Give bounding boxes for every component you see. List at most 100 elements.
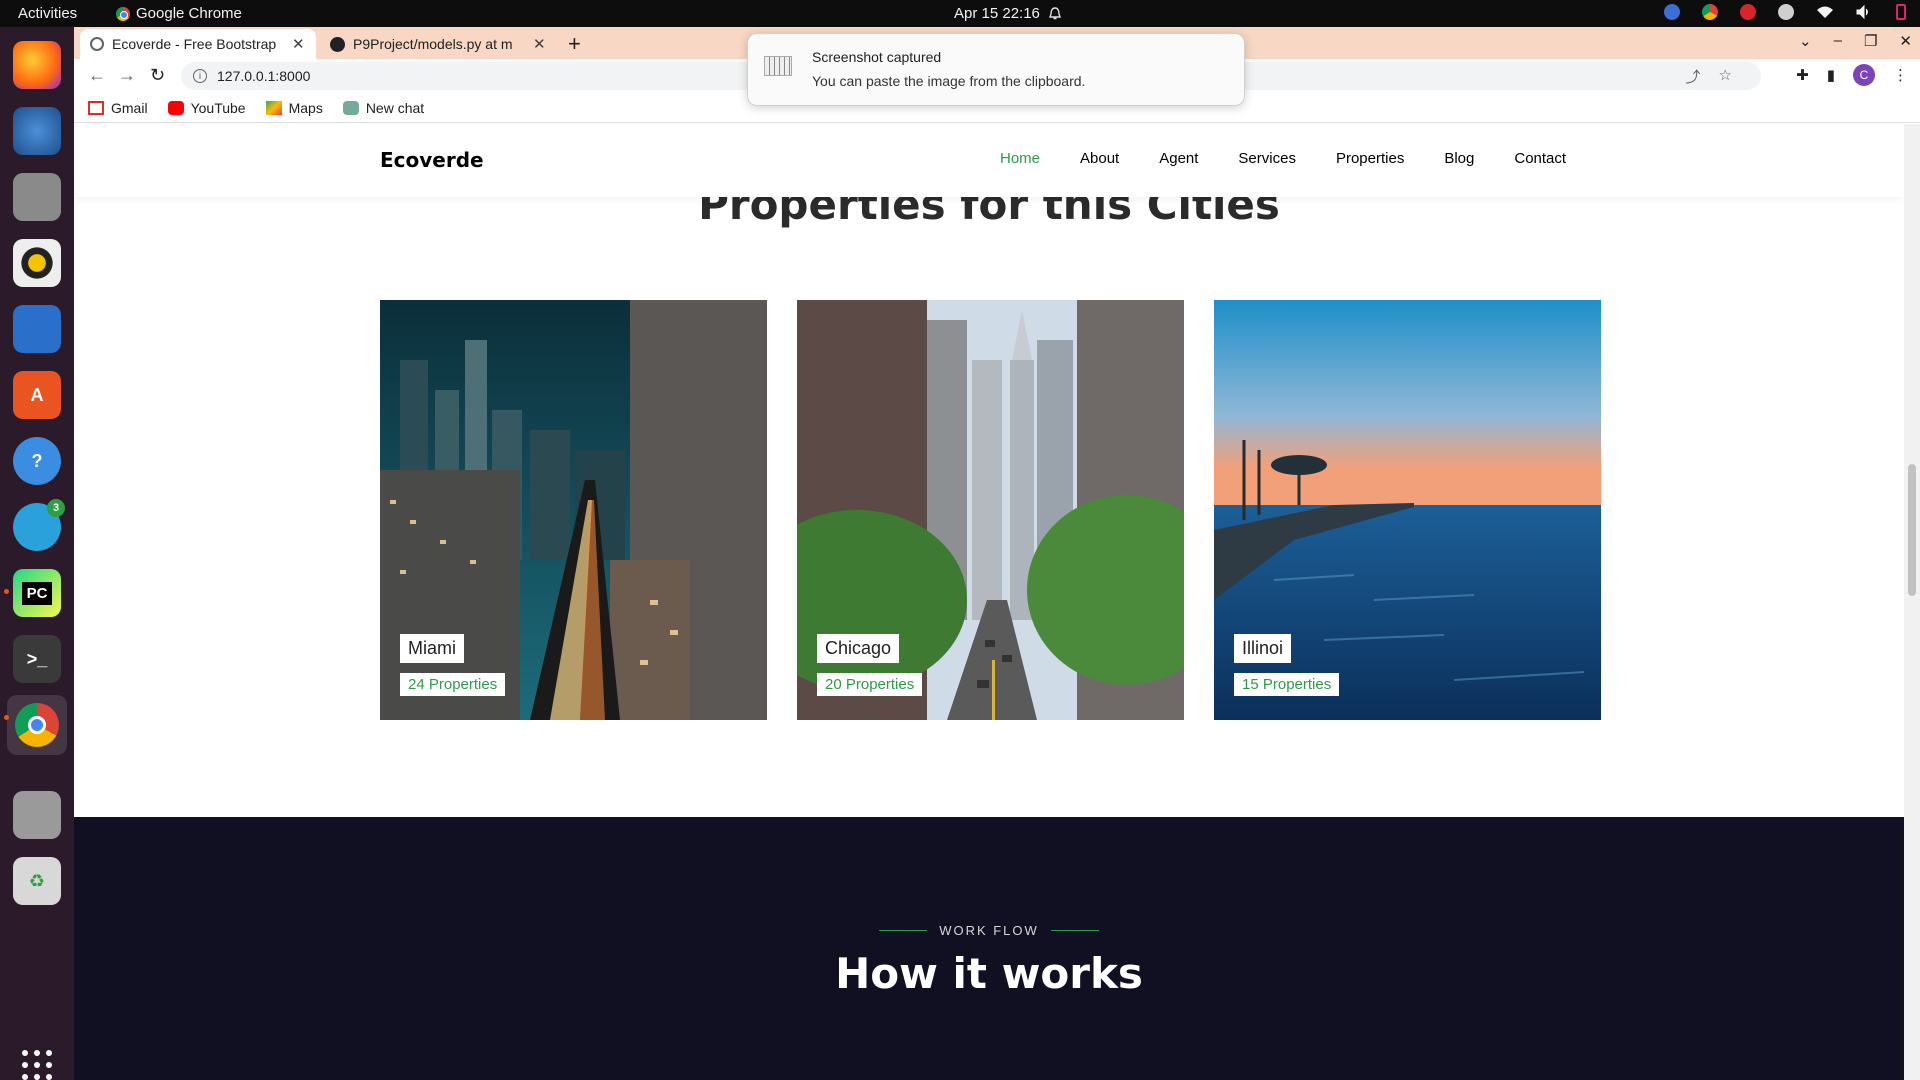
globe-icon (90, 37, 104, 51)
files-icon[interactable] (13, 173, 61, 221)
profile-avatar[interactable]: C (1853, 64, 1875, 86)
bookmark-label: Gmail (111, 99, 148, 116)
thunderbird-icon[interactable] (13, 107, 61, 155)
reload-icon[interactable]: ↻ (150, 65, 165, 86)
telegram-badge: 3 (47, 499, 65, 517)
app-name-label: Google Chrome (136, 5, 242, 22)
city-name: Miami (400, 634, 464, 663)
chatgpt-icon (342, 100, 359, 115)
rhythmbox-icon[interactable] (13, 239, 61, 287)
bookmark-label: New chat (365, 99, 425, 116)
divider-line (1050, 930, 1099, 931)
running-indicator (4, 715, 9, 720)
scrollbar-thumb[interactable] (1908, 464, 1916, 596)
restore-icon[interactable]: ❐ (1864, 32, 1877, 50)
tray-app-icon[interactable] (1664, 4, 1680, 20)
forward-icon[interactable]: → (118, 65, 136, 86)
system-tray (1664, 4, 1908, 20)
block-tray-icon[interactable] (1740, 4, 1756, 20)
how-it-works-section: WORK FLOW How it works (74, 817, 1904, 1080)
share-icon[interactable]: ⤴ (1686, 66, 1701, 87)
activities-button[interactable]: Activities (18, 5, 77, 22)
show-apps-icon[interactable] (22, 1050, 52, 1080)
new-tab-button[interactable]: + (568, 31, 581, 57)
bookmark-label: YouTube (190, 99, 246, 116)
close-tab-icon[interactable]: ✕ (292, 35, 305, 53)
software-icon[interactable]: A (13, 371, 61, 419)
page-viewport[interactable]: Ecoverde Home About Agent Services Prope… (74, 124, 1904, 1080)
bookmark-gmail[interactable]: Gmail (88, 100, 148, 116)
tab-title: Ecoverde - Free Bootstrap (112, 36, 277, 52)
bookmark-new-chat[interactable]: New chat (342, 99, 425, 116)
nav-blog[interactable]: Blog (1444, 150, 1474, 167)
volume-icon[interactable] (1856, 5, 1872, 19)
bookmark-star-icon[interactable]: ☆ (1719, 66, 1732, 87)
telegram-icon[interactable]: 3 (13, 499, 65, 551)
app-menu[interactable]: Google Chrome (116, 5, 242, 22)
screenshot-notification[interactable]: Screenshot captured You can paste the im… (747, 33, 1245, 106)
nav-about[interactable]: About (1080, 150, 1119, 167)
how-it-works-title: How it works (835, 949, 1143, 998)
maps-icon (265, 100, 282, 115)
running-indicator (4, 589, 9, 594)
bookmark-youtube[interactable]: YouTube (167, 99, 246, 116)
system-top-bar: Activities Google Chrome Apr 15 22:16 (0, 0, 1920, 27)
property-count: 15 Properties (1234, 673, 1340, 696)
wifi-icon[interactable] (1816, 5, 1834, 19)
close-tab-icon[interactable]: ✕ (533, 35, 546, 53)
notification-title: Screenshot captured (812, 49, 942, 65)
help-icon[interactable]: ? (13, 437, 61, 485)
power-icon[interactable] (1894, 4, 1908, 20)
clock[interactable]: Apr 15 22:16 (954, 5, 1062, 22)
city-card-chicago[interactable]: Chicago 20 Properties (797, 300, 1184, 720)
minimize-icon[interactable]: – (1834, 32, 1842, 50)
workflow-label: WORK FLOW (74, 923, 1904, 938)
youtube-icon (167, 100, 184, 115)
writer-icon[interactable] (13, 305, 61, 353)
nav-home[interactable]: Home (1000, 150, 1040, 167)
workflow-label-text: WORK FLOW (939, 923, 1039, 938)
disks-icon[interactable] (13, 791, 61, 839)
property-count: 24 Properties (400, 673, 506, 696)
page-scrollbar[interactable] (1904, 124, 1920, 1080)
side-panel-icon[interactable]: ▮ (1827, 66, 1835, 84)
chrome-tray-icon[interactable] (1702, 4, 1718, 20)
github-icon (330, 36, 345, 52)
site-logo[interactable]: Ecoverde (380, 148, 484, 172)
omnibox-actions: ⤴ ☆ (1686, 66, 1732, 87)
pycharm-icon[interactable]: PC (4, 569, 61, 617)
nav-contact[interactable]: Contact (1514, 150, 1566, 167)
docker-tray-icon[interactable] (1778, 4, 1794, 20)
chrome-icon (116, 6, 130, 21)
clock-label: Apr 15 22:16 (954, 5, 1040, 22)
screenshot-thumbnail (764, 56, 792, 76)
notification-body: You can paste the image from the clipboa… (812, 73, 1086, 89)
menu-kebab-icon[interactable]: ⋮ (1893, 66, 1908, 84)
firefox-icon[interactable] (13, 41, 61, 89)
trash-icon[interactable]: ♻ (13, 857, 61, 905)
site-info-icon[interactable]: i (193, 69, 207, 83)
back-icon[interactable]: ← (88, 65, 106, 86)
gmail-icon (88, 100, 104, 115)
toolbar-actions: ✚ ▮ C ⋮ (1796, 64, 1908, 86)
bookmark-maps[interactable]: Maps (265, 100, 323, 116)
nav-properties[interactable]: Properties (1336, 150, 1404, 167)
tab-ecoverde[interactable]: Ecoverde - Free Bootstrap ✕ (80, 29, 316, 59)
city-card-miami[interactable]: Miami 24 Properties (380, 300, 767, 720)
extensions-icon[interactable]: ✚ (1796, 66, 1809, 84)
close-window-icon[interactable]: ✕ (1899, 32, 1912, 50)
url-text: 127.0.0.1:8000 (217, 68, 311, 84)
pycharm-label: PC (21, 581, 53, 605)
nav-services[interactable]: Services (1238, 150, 1296, 167)
site-menu: Home About Agent Services Properties Blo… (1000, 150, 1566, 167)
city-name: Chicago (817, 634, 900, 663)
terminal-icon[interactable]: >_ (13, 635, 61, 683)
chrome-dock-icon[interactable] (4, 695, 67, 755)
chrome-logo (15, 703, 59, 747)
tab-github[interactable]: P9Project/models.py at m ✕ (320, 29, 556, 59)
nav-agent[interactable]: Agent (1159, 150, 1198, 167)
tab-search-icon[interactable]: ⌄ (1799, 32, 1812, 50)
city-card-illinoi[interactable]: Illinoi 15 Properties (1214, 300, 1601, 720)
browser-window: Ecoverde - Free Bootstrap ✕ P9Project/mo… (74, 27, 1920, 1080)
dock: A ? 3 PC >_ ♻ (0, 27, 74, 1080)
